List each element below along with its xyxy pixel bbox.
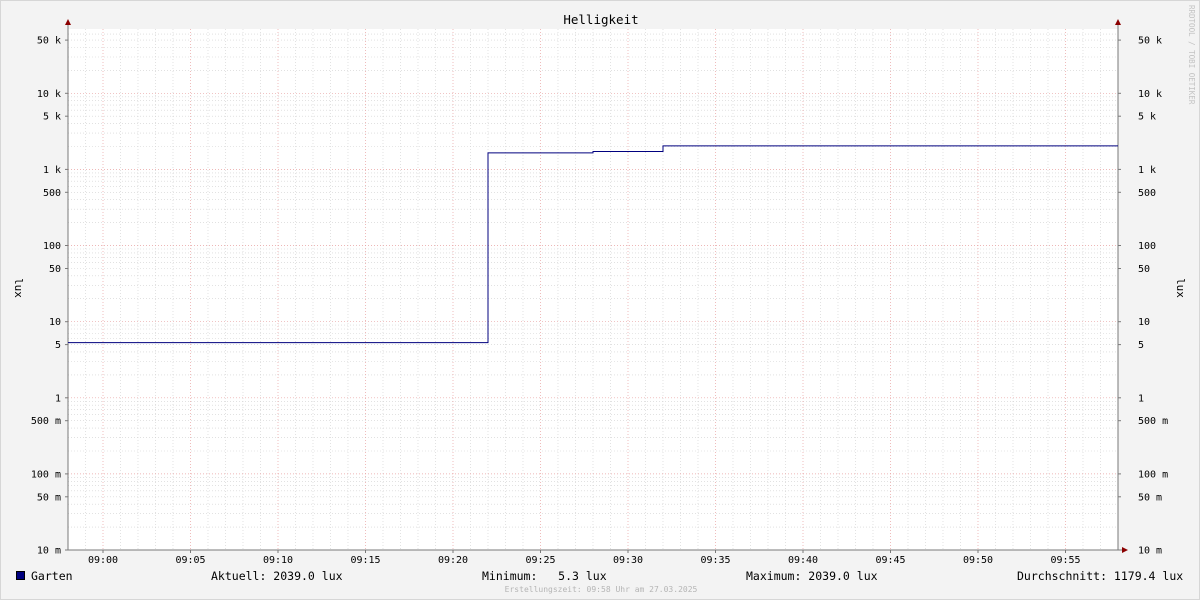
y-tick-label-left: 500 m — [31, 416, 61, 427]
y-tick-label-right: 100 — [1138, 241, 1156, 252]
creation-time-footer: Erstellungszeit: 09:58 Uhr am 27.03.2025 — [504, 585, 698, 594]
y-tick-label-right: 10 — [1138, 317, 1150, 328]
x-tick-label: 09:05 — [175, 555, 205, 566]
legend-maximum: Maximum: 2039.0 lux — [746, 569, 878, 583]
x-tick-label: 09:00 — [88, 555, 118, 566]
y-axis-label-right: lux — [1174, 278, 1187, 298]
legend-series-name: Garten — [31, 569, 73, 583]
x-axis-arrow — [1122, 547, 1128, 553]
chart-title: Helligkeit — [563, 12, 638, 27]
y-tick-label-right: 1 k — [1138, 165, 1156, 176]
data-point — [592, 151, 593, 152]
y-tick-label-right: 50 m — [1138, 492, 1162, 503]
y-tick-label-left: 50 m — [37, 492, 61, 503]
chart-svg: 09:00 09:05 09:10 09:15 09:20 09:25 09:30 09:35… — [12, 12, 1187, 566]
y-tick-label-right: 500 — [1138, 188, 1156, 199]
y-tick-label-right: 50 k — [1138, 36, 1162, 47]
y-tick-label-left: 50 k — [37, 36, 61, 47]
x-tick-label: 09:45 — [875, 555, 905, 566]
data-point — [67, 342, 68, 343]
x-tick-label: 09:15 — [350, 555, 380, 566]
y-tick-label-right: 500 m — [1138, 416, 1168, 427]
y-tick-label-right: 10 k — [1138, 89, 1162, 100]
y-tick-label-right: 5 — [1138, 340, 1144, 351]
legend-average: Durchschnitt: 1179.4 lux — [1017, 569, 1184, 583]
rrdtool-watermark: RRDTOOL / TOBI OETIKER — [1187, 5, 1196, 105]
y-tick-label-left: 100 — [43, 241, 61, 252]
y-tick-label-left: 1 k — [43, 165, 61, 176]
x-tick-label: 09:55 — [1050, 555, 1080, 566]
y-tick-label-left: 10 m — [37, 546, 61, 557]
x-tick-label: 09:10 — [263, 555, 293, 566]
y-axis-left-arrow — [65, 19, 71, 25]
y-tick-label-left: 1 — [55, 393, 61, 404]
y-tick-label-right: 50 — [1138, 264, 1150, 275]
legend-current: Aktuell: 2039.0 lux — [211, 569, 343, 583]
y-tick-label-left: 10 k — [37, 89, 61, 100]
legend-minimum: Minimum: 5.3 lux — [482, 569, 607, 583]
data-point — [487, 152, 488, 153]
x-tick-label: 09:25 — [525, 555, 555, 566]
y-tick-label-left: 100 m — [31, 469, 61, 480]
y-tick-label-left: 5 k — [43, 112, 61, 123]
y-tick-label-left: 50 — [49, 264, 61, 275]
y-axis-label-left: lux — [12, 278, 25, 298]
y-tick-label-left: 10 — [49, 317, 61, 328]
chart-window: 09:00 09:05 09:10 09:15 09:20 09:25 09:30 09:35… — [0, 0, 1200, 600]
x-tick-label: 09:50 — [963, 555, 993, 566]
data-point — [662, 145, 663, 146]
y-tick-label-right: 10 m — [1138, 546, 1162, 557]
x-tick-label: 09:40 — [788, 555, 818, 566]
x-tick-label: 09:35 — [700, 555, 730, 566]
legend-swatch-garten — [16, 571, 25, 580]
y-tick-label-right: 100 m — [1138, 469, 1168, 480]
data-point — [1117, 145, 1118, 146]
y-tick-label-right: 1 — [1138, 393, 1144, 404]
y-tick-label-right: 5 k — [1138, 112, 1156, 123]
y-axis-right-arrow — [1115, 19, 1121, 25]
y-tick-label-left: 500 — [43, 188, 61, 199]
y-tick-label-left: 5 — [55, 340, 61, 351]
x-tick-label: 09:30 — [613, 555, 643, 566]
legend: Garten Aktuell: 2039.0 lux Minimum: 5.3 … — [1, 567, 1200, 587]
x-tick-label: 09:20 — [438, 555, 468, 566]
